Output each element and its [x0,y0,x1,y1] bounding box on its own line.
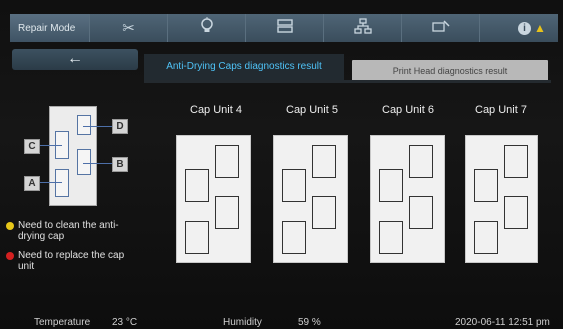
lightbulb-icon [199,17,215,39]
cap-slot-b [77,149,91,175]
printer-tool-icon [431,18,450,38]
legend-replace-text: Need to replace the cap unit [18,250,125,272]
red-dot-icon [6,252,14,260]
cap-slot-d [504,145,528,178]
cap-slot-d [409,145,433,178]
legend-clean-text: Need to clean the anti-drying cap [18,220,119,242]
repair-mode-label: Repair Mode [18,22,76,34]
info-button[interactable]: i ▲ [480,14,558,42]
cap-unit-7-title: Cap Unit 7 [475,104,527,116]
cap-slot-c [185,169,209,202]
printer-tool-button[interactable] [402,14,480,42]
lightbulb-button[interactable] [168,14,246,42]
cap-slot-d [312,145,336,178]
cap-unit-6[interactable] [370,135,445,263]
cap-unit-4-title: Cap Unit 4 [190,104,242,116]
label-d: D [112,119,128,134]
legend-clean: Need to clean the anti-drying cap [6,220,143,242]
cap-unit-4[interactable] [176,135,251,263]
network-button[interactable] [324,14,402,42]
yellow-dot-icon [6,222,14,230]
cap-slot-a [379,221,403,254]
cap-slot-c [282,169,306,202]
cap-slot-c [474,169,498,202]
tray-icon [276,18,294,38]
tab-label: Anti-Drying Caps diagnostics result [166,61,322,72]
warning-icon: ▲ [534,21,546,35]
wire-d [83,126,112,127]
screen: Repair Mode ✂ i ▲ ← Anti-Drying Caps diag… [0,0,563,329]
tab-label: Print Head diagnostics result [392,66,508,76]
label-b: B [112,157,128,172]
cap-slot-d [77,115,91,135]
cap-slot-a [282,221,306,254]
cap-unit-5-title: Cap Unit 5 [286,104,338,116]
tab-underline [144,80,551,83]
cap-slot-b [312,196,336,229]
top-toolbar: Repair Mode ✂ i ▲ [10,14,558,42]
cap-slot-d [215,145,239,178]
cap-slot-b [504,196,528,229]
cap-slot-a [55,169,69,197]
tab-anti-drying-caps[interactable]: Anti-Drying Caps diagnostics result [144,54,344,80]
wire-a [40,182,62,183]
network-icon [353,18,372,38]
label-a: A [24,176,40,191]
cap-unit-7[interactable] [465,135,538,263]
info-icon: i [518,21,532,35]
repair-mode-button[interactable]: Repair Mode [10,14,90,42]
label-c: C [24,139,40,154]
cap-slot-a [185,221,209,254]
scissors-button[interactable]: ✂ [90,14,168,42]
back-button[interactable]: ← [12,49,138,70]
cap-slot-b [215,196,239,229]
scissors-icon: ✂ [122,20,135,37]
cap-slot-b [409,196,433,229]
cap-unit-5[interactable] [273,135,348,263]
humidity-value: 59 % [298,317,321,328]
temperature-label: Temperature [34,317,91,328]
datetime: 2020-06-11 12:51 pm [455,317,550,328]
temperature-value: 23 °C [112,317,138,328]
cap-unit-6-title: Cap Unit 6 [382,104,434,116]
legend-panel: D C B A Need to clean the anti-drying ca… [0,72,140,292]
back-arrow-icon: ← [67,50,83,67]
cap-slot-c [379,169,403,202]
tray-button[interactable] [246,14,324,42]
legend-replace: Need to replace the cap unit [6,250,143,272]
wire-c [40,145,62,146]
tab-print-head[interactable]: Print Head diagnostics result [352,60,548,82]
cap-slot-a [474,221,498,254]
status-bar: Temperature 23 °C Humidity 59 % 2020-06-… [0,314,563,329]
wire-b [83,163,112,164]
humidity-label: Humidity [223,317,262,328]
cap-diagram [49,106,97,206]
